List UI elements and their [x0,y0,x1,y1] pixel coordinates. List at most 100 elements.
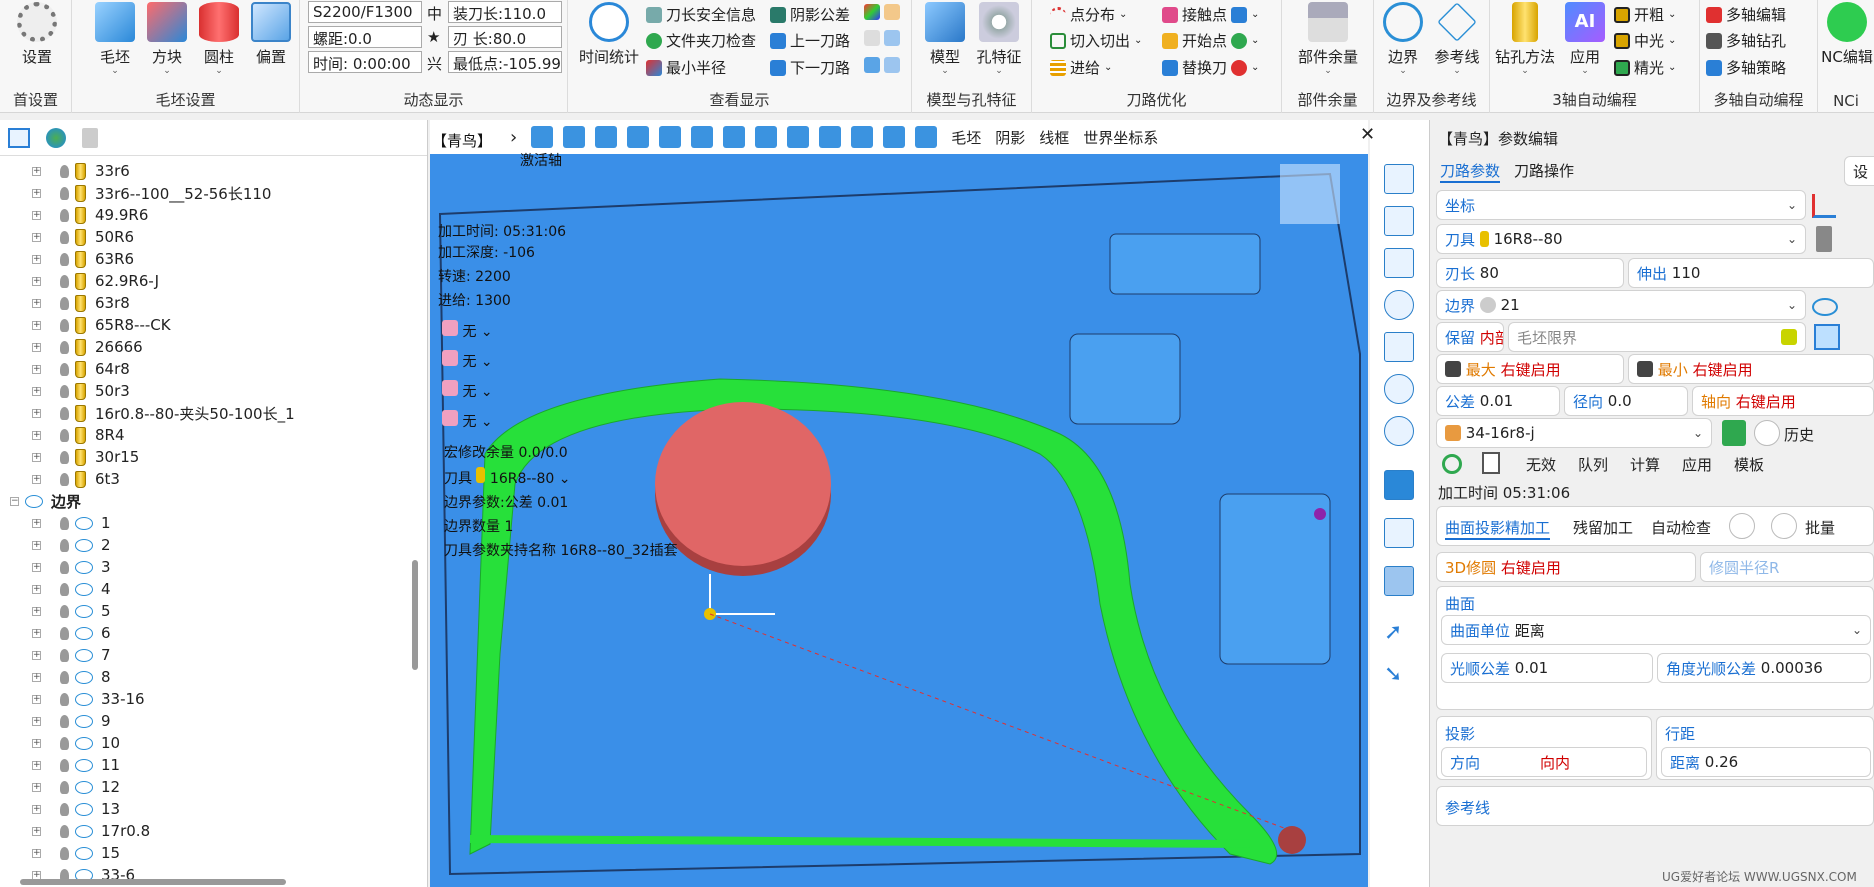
block-button[interactable]: 方块 ⌄ [142,2,192,76]
shadow-tol-button[interactable]: 阴影公差 [770,4,850,25]
probe-icon[interactable] [723,126,746,148]
coord-select[interactable]: 坐标 ⌄ [1436,190,1806,220]
toolbar-shadow[interactable]: 阴影 [995,127,1025,148]
layers-icon[interactable] [851,126,874,148]
visibility-bulb-icon[interactable] [60,384,69,398]
tab-path-ops[interactable]: 刀路操作 [1514,160,1574,181]
expand-icon[interactable]: + [32,430,41,440]
tree-boundary-item[interactable]: +17r0.8 [32,820,150,842]
visibility-bulb-icon[interactable] [60,758,69,772]
expand-icon[interactable]: + [32,716,41,726]
visibility-bulb-icon[interactable] [60,736,69,750]
coord-edit-icon[interactable] [1812,194,1836,218]
folder-check-button[interactable]: 文件夹刀检查 [646,30,756,51]
expand-icon[interactable]: + [32,650,41,660]
visibility-bulb-icon[interactable] [60,186,69,200]
visibility-bulb-icon[interactable] [60,538,69,552]
next-path-button[interactable]: 下一刀路 [770,57,850,78]
none-selector-2[interactable]: 无 ⌄ [442,350,493,371]
visibility-bulb-icon[interactable] [60,714,69,728]
expand-icon[interactable]: + [32,584,41,594]
measure-icon[interactable] [595,126,618,148]
finish-button[interactable]: 精光 ⌄ [1614,57,1676,78]
grid-icon[interactable] [659,126,682,148]
tree-boundary-item[interactable]: +1 [32,512,111,534]
fix3d-field[interactable]: 3D修圆 右键启用 [1436,552,1696,582]
box-view-icon[interactable] [1384,206,1414,236]
cube-tools-button[interactable] [864,30,900,46]
wire-cube-icon[interactable] [1384,518,1414,548]
row-dist-field[interactable]: 距离 0.26 [1661,747,1871,777]
visibility-bulb-icon[interactable] [60,824,69,838]
history-toggle[interactable] [1754,420,1780,446]
tree-tool-item[interactable]: +50r3 [32,380,130,402]
blade-length-field[interactable]: 刃 长:80.0 [448,26,562,48]
auto-check-toggle[interactable] [1729,513,1755,539]
axial-field[interactable]: 轴向 右键启用 [1692,386,1874,416]
tree-tool-item[interactable]: +6t3 [32,468,120,490]
time-field[interactable]: 时间: 0:00:00 [308,51,422,73]
cube-blank-icon[interactable] [1814,324,1840,350]
expand-icon[interactable]: + [32,254,41,264]
tree-boundary-item[interactable]: +13 [32,798,120,820]
none-selector-4[interactable]: 无 ⌄ [442,410,493,431]
tree-boundary-item[interactable]: +5 [32,600,111,622]
globe-icon[interactable] [46,128,66,148]
expand-icon[interactable]: + [32,672,41,682]
keep-field[interactable]: 保留 内部 [1436,322,1504,352]
start-point-button[interactable]: 开始点 ⌄ [1162,30,1259,51]
tree-boundary-item[interactable]: +3 [32,556,111,578]
angle-smooth-field[interactable]: 角度光顺公差 0.00036 [1657,653,1871,683]
expand-icon[interactable]: + [32,342,41,352]
tree-tool-item[interactable]: +64r8 [32,358,130,380]
action-invalid[interactable]: 无效 [1526,454,1556,475]
cube-tools2-button[interactable] [864,57,900,73]
visibility-bulb-icon[interactable] [60,274,69,288]
rough-button[interactable]: 开粗 ⌄ [1614,4,1676,25]
tool-length-field[interactable]: 装刀长:110.0 [448,1,562,23]
surface-unit-select[interactable]: 曲面单位 距离 ⌄ [1441,615,1871,645]
tab-path-params[interactable]: 刀路参数 [1440,160,1501,183]
expand-icon[interactable]: + [32,276,41,286]
visibility-bulb-icon[interactable] [60,846,69,860]
expand-icon[interactable]: + [32,628,41,638]
visibility-bulb-icon[interactable] [60,582,69,596]
model-button[interactable]: 模型 ⌄ [920,2,970,76]
iso-view-icon[interactable] [1384,248,1414,278]
expand-icon[interactable]: + [32,474,41,484]
mode-surface-projection[interactable]: 曲面投影精加工 [1445,517,1551,540]
tool-select[interactable]: 刀具 16R8--80 ⌄ [1436,224,1806,254]
visibility-bulb-icon[interactable] [60,208,69,222]
toolbar-world-coord[interactable]: 世界坐标系 [1083,127,1158,148]
layer-icon[interactable] [1384,164,1414,194]
lowest-point-field[interactable]: 最低点:-105.999 [448,51,562,73]
visibility-bulb-icon[interactable] [60,428,69,442]
pitch-field[interactable]: 螺距:0.0 [308,26,422,48]
tree-boundary-item[interactable]: +11 [32,754,120,776]
visibility-bulb-icon[interactable] [60,296,69,310]
tree-boundary-item[interactable]: +33-16 [32,688,145,710]
expand-icon[interactable]: + [32,452,41,462]
copy-icon[interactable] [1482,452,1500,474]
visibility-bulb-icon[interactable] [60,318,69,332]
toolbar-wireframe[interactable]: 线框 [1039,127,1069,148]
reference-line-button[interactable]: 参考线 ⌄ [1432,2,1482,76]
tree-tool-item[interactable]: +63r8 [32,292,130,314]
offset-button[interactable]: 偏置 [246,2,296,67]
ai-apply-button[interactable]: AI 应用 ⌄ [1560,2,1610,76]
drill-method-button[interactable]: 钻孔方法 ⌄ [1492,2,1558,76]
mode-rest[interactable]: 残留加工 [1573,517,1633,538]
visibility-bulb-icon[interactable] [60,648,69,662]
tree-tool-item[interactable]: +62.9R6-J [32,270,159,292]
action-queue[interactable]: 队列 [1578,454,1608,475]
none-selector-1[interactable]: 无 ⌄ [442,320,493,341]
tree-boundary-item[interactable]: +2 [32,534,111,556]
multi-drill-button[interactable]: 多轴钻孔 [1706,30,1786,51]
multi-edit-button[interactable]: 多轴编辑 [1706,4,1786,25]
visibility-bulb-icon[interactable] [60,472,69,486]
visibility-bulb-icon[interactable] [60,362,69,376]
multi-strategy-button[interactable]: 多轴策略 [1706,57,1786,78]
replace-tool-button[interactable]: 替换刀 ⌄ [1162,57,1259,78]
tree-boundary-item[interactable]: +15 [32,842,120,864]
mode-batch[interactable]: 批量 [1805,517,1835,538]
